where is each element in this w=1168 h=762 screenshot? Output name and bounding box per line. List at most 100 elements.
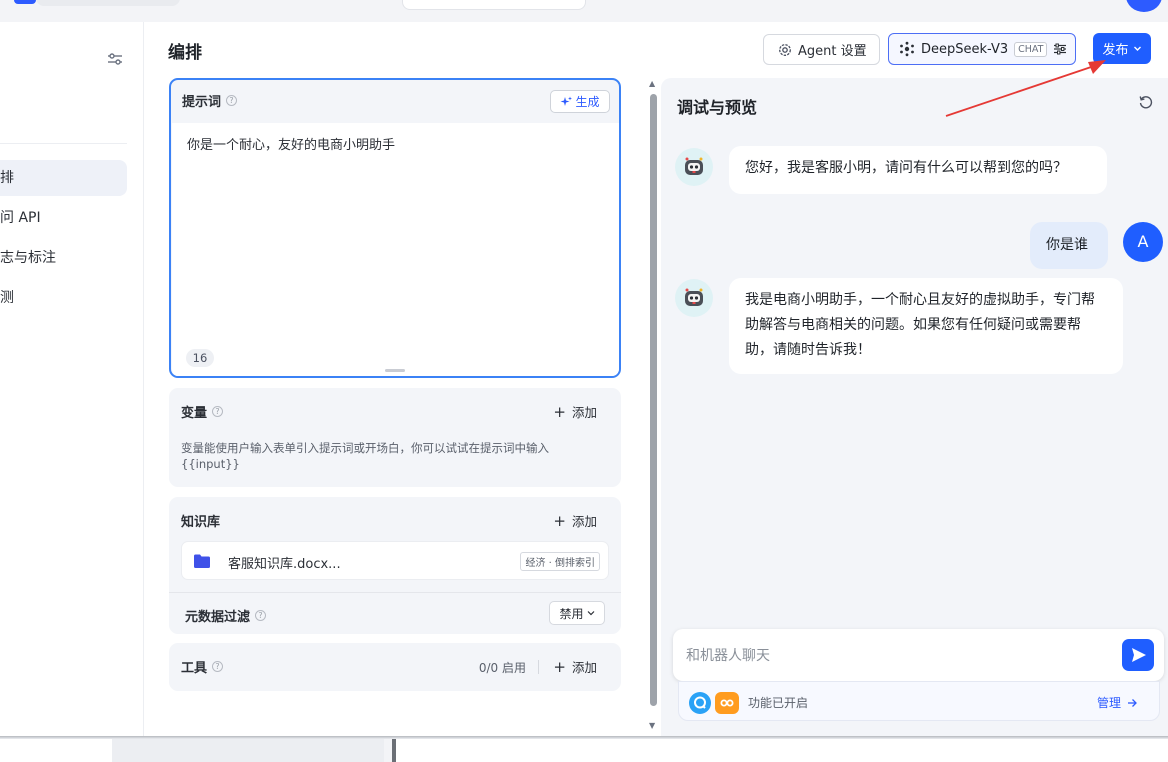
sparkle-icon — [560, 96, 573, 106]
user-message: 你是谁 — [1030, 222, 1108, 269]
preview-title: 调试与预览 — [677, 98, 758, 117]
char-count-badge: 16 — [186, 349, 214, 367]
background-panel — [0, 736, 112, 762]
scroll-down-arrow[interactable]: ▼ — [649, 721, 655, 730]
app-logo[interactable] — [14, 0, 36, 4]
sliders-icon[interactable] — [106, 50, 124, 68]
prompt-text: 你是一个耐心，友好的电商小明助手 — [187, 138, 396, 153]
add-knowledge-label: 添加 — [571, 514, 597, 529]
nav-divider — [0, 143, 127, 144]
main-content: 编排 Agent 设置 DeepSeek-V3 CHAT 发布 提示词 ? 生成… — [144, 22, 1168, 736]
prompt-title: 提示词 — [182, 95, 222, 110]
chat-input-placeholder: 和机器人聊天 — [686, 648, 770, 664]
scroll-up-arrow[interactable]: ▲ — [649, 79, 655, 88]
add-knowledge-button[interactable]: + 添加 — [553, 511, 597, 530]
knowledge-item[interactable]: 客服知识库.docx... 经济 · 倒排索引 — [181, 541, 609, 580]
scrollbar-thumb[interactable] — [650, 94, 657, 706]
manage-label: 管理 — [1096, 696, 1121, 710]
tools-title: 工具 — [181, 661, 208, 676]
bot-avatar — [675, 279, 713, 317]
send-icon — [1132, 648, 1146, 662]
help-icon[interactable]: ? — [212, 406, 224, 417]
plus-icon: + — [553, 402, 566, 421]
knowledge-item-name: 客服知识库.docx... — [228, 557, 341, 572]
bot-message-text: 您好，我是客服小明，请问有什么可以帮到您的吗？ — [745, 160, 1067, 176]
prompt-textarea[interactable]: 你是一个耐心，友好的电商小明助手 16 — [172, 123, 619, 376]
tools-enabled-count: 0/0 启用 — [478, 661, 526, 675]
metadata-filter-header: 元数据过滤 ? — [185, 606, 267, 625]
gear-icon — [779, 43, 791, 56]
nav-item-monitor[interactable]: 测 — [0, 280, 127, 316]
manage-features-link[interactable]: 管理 — [1097, 694, 1137, 711]
app-name-pill[interactable] — [36, 0, 180, 6]
bot-message: 我是电商小明助手，一个耐心且友好的虚拟助手，专门帮助解答与电商相关的问题。如果您… — [729, 278, 1123, 374]
debug-preview-panel: 调试与预览 您好，我是客服小明，请问有什么可以帮到您的吗？ 你是谁 A 我是电商… — [661, 78, 1168, 736]
knowledge-section: 知识库 + 添加 客服知识库.docx... 经济 · 倒排索引 元数据过滤 ?… — [169, 497, 621, 634]
chevron-down-icon — [587, 611, 594, 616]
help-icon[interactable]: ? — [226, 95, 238, 106]
bot-message-text: 我是电商小明助手，一个耐心且友好的虚拟助手，专门帮助解答与电商相关的问题。如果您… — [745, 292, 1095, 358]
variables-section: 变量 ? + 添加 变量能使用户输入表单引入提示词或开场白，你可以试试在提示词中… — [169, 388, 621, 487]
plus-icon: + — [553, 511, 566, 530]
background-panel — [396, 736, 1168, 762]
variables-title: 变量 — [181, 406, 208, 421]
help-icon[interactable]: ? — [255, 610, 267, 621]
nav-item-api[interactable]: 问 API — [0, 200, 127, 236]
top-search-pill[interactable] — [402, 0, 586, 10]
metadata-filter-value: 禁用 — [559, 606, 584, 621]
add-variable-button[interactable]: + 添加 — [553, 402, 597, 421]
model-params-icon[interactable] — [1053, 42, 1067, 56]
send-button[interactable] — [1122, 639, 1154, 671]
background-panel — [112, 736, 384, 762]
resize-handle[interactable] — [385, 369, 405, 372]
folder-icon — [194, 554, 210, 568]
model-type-badge: CHAT — [1014, 41, 1048, 57]
reset-icon[interactable] — [1138, 94, 1154, 110]
feature-status-bar: 功能已开启 管理 — [678, 681, 1160, 721]
user-avatar-letter: A — [1137, 232, 1149, 251]
chevron-down-icon — [1133, 46, 1141, 51]
knowledge-header: 知识库 — [181, 511, 220, 530]
prompt-card: 提示词 ? 生成 你是一个耐心，友好的电商小明助手 16 — [169, 78, 621, 378]
agent-settings-button[interactable]: Agent 设置 — [763, 34, 880, 65]
chat-feature-icon — [689, 692, 711, 714]
chat-input[interactable]: 和机器人聊天 — [673, 629, 1164, 681]
variables-description: 变量能使用户输入表单引入提示词或开场白，你可以试试在提示词中输入 {{input… — [181, 441, 549, 471]
knowledge-divider — [169, 592, 621, 593]
add-tool-label: 添加 — [571, 660, 597, 675]
bot-message: 您好，我是客服小明，请问有什么可以帮到您的吗？ — [729, 146, 1107, 194]
background-window-strip — [0, 736, 1168, 762]
plus-icon: + — [553, 657, 566, 676]
bot-avatar — [675, 148, 713, 186]
model-icon — [900, 41, 914, 57]
metadata-filter-select[interactable]: 禁用 — [549, 601, 605, 625]
nav-item-logs[interactable]: 志与标注 — [0, 240, 127, 276]
window-shadow — [0, 736, 1168, 739]
annotation-arrow-icon — [945, 60, 1106, 117]
side-navigation: 排 问 API 志与标注 测 — [0, 22, 144, 736]
add-variable-label: 添加 — [571, 405, 597, 420]
generate-label: 生成 — [575, 95, 600, 109]
tools-separator — [538, 660, 539, 674]
robot-icon — [685, 288, 703, 306]
top-browser-strip — [0, 0, 1168, 22]
prompt-header: 提示词 ? — [182, 91, 238, 110]
nav-item-orchestrate[interactable]: 排 — [0, 160, 127, 196]
user-avatar: A — [1123, 222, 1163, 262]
agent-settings-label: Agent 设置 — [798, 44, 867, 59]
variables-header: 变量 ? — [181, 402, 224, 421]
help-icon[interactable]: ? — [212, 661, 224, 672]
model-name: DeepSeek-V3 — [921, 41, 1009, 57]
features-enabled-text: 功能已开启 — [748, 696, 809, 710]
quote-feature-icon — [715, 692, 739, 714]
generate-button[interactable]: 生成 — [550, 90, 610, 113]
robot-icon — [685, 157, 703, 175]
add-tool-button[interactable]: + 添加 — [553, 657, 597, 676]
user-message-text: 你是谁 — [1046, 237, 1088, 253]
arrow-right-icon — [1128, 698, 1137, 707]
knowledge-item-tag: 经济 · 倒排索引 — [520, 552, 600, 571]
page-title: 编排 — [168, 43, 202, 63]
tools-section: 工具 ? 0/0 启用 + 添加 — [169, 643, 621, 691]
metadata-filter-label: 元数据过滤 — [185, 610, 251, 625]
account-avatar[interactable] — [1126, 0, 1162, 12]
